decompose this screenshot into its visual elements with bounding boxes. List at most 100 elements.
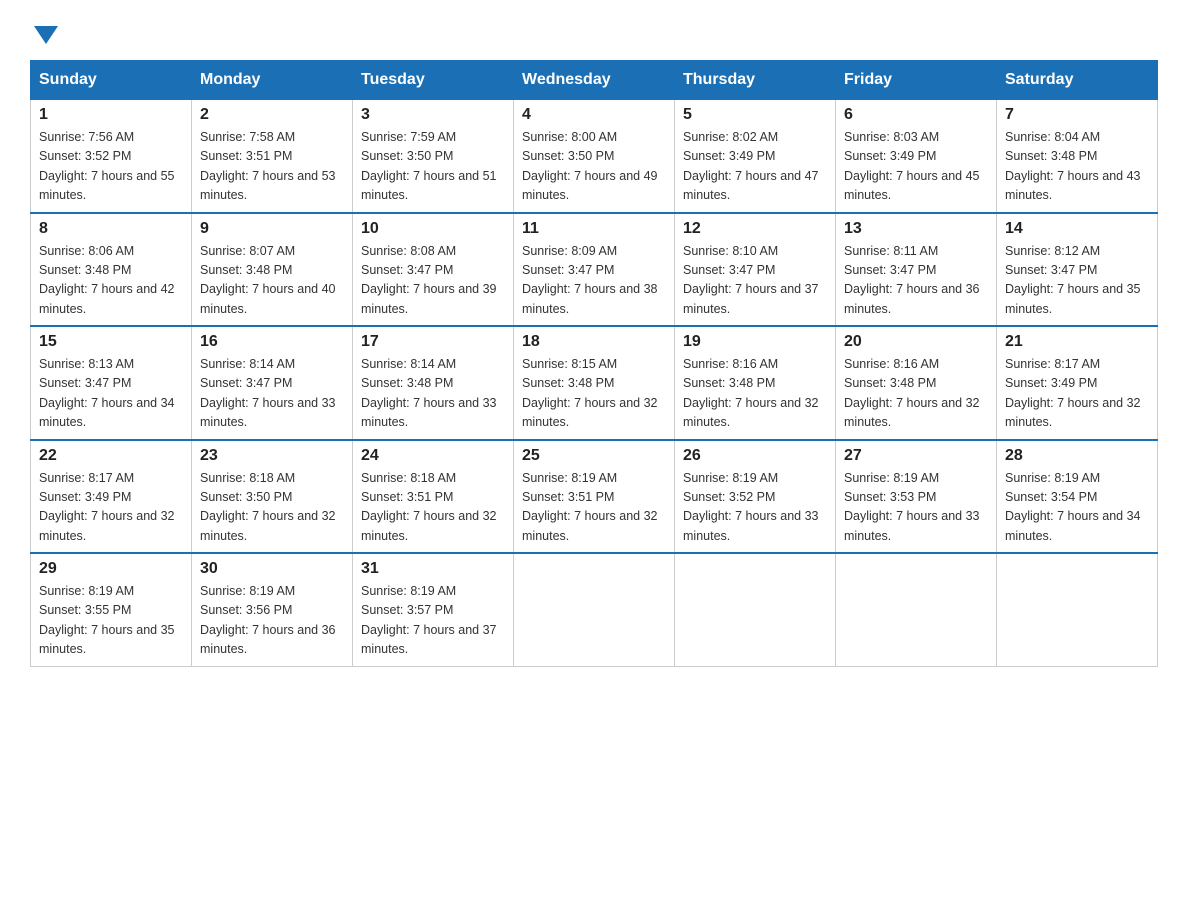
day-info: Sunrise: 8:04 AMSunset: 3:48 PMDaylight:… [1005,128,1149,206]
day-info: Sunrise: 8:00 AMSunset: 3:50 PMDaylight:… [522,128,666,206]
day-number: 31 [361,560,505,578]
day-info: Sunrise: 8:10 AMSunset: 3:47 PMDaylight:… [683,242,827,320]
calendar-cell [675,553,836,666]
day-number: 9 [200,220,344,238]
calendar-cell: 15 Sunrise: 8:13 AMSunset: 3:47 PMDayligh… [31,326,192,440]
calendar-cell: 6 Sunrise: 8:03 AMSunset: 3:49 PMDaylight… [836,100,997,213]
calendar-cell: 12 Sunrise: 8:10 AMSunset: 3:47 PMDayligh… [675,213,836,327]
day-info: Sunrise: 8:11 AMSunset: 3:47 PMDaylight:… [844,242,988,320]
calendar-cell: 25 Sunrise: 8:19 AMSunset: 3:51 PMDayligh… [514,440,675,554]
calendar-cell: 11 Sunrise: 8:09 AMSunset: 3:47 PMDayligh… [514,213,675,327]
day-number: 30 [200,560,344,578]
day-number: 22 [39,447,183,465]
day-number: 26 [683,447,827,465]
day-info: Sunrise: 8:06 AMSunset: 3:48 PMDaylight:… [39,242,183,320]
calendar-cell: 21Sunrise: 8:17 AMSunset: 3:49 PMDayligh… [997,326,1158,440]
column-header-monday: Monday [192,61,353,100]
day-number: 13 [844,220,988,238]
calendar-cell: 8 Sunrise: 8:06 AMSunset: 3:48 PMDaylight… [31,213,192,327]
day-info: Sunrise: 7:59 AMSunset: 3:50 PMDaylight:… [361,128,505,206]
calendar-cell [836,553,997,666]
calendar-cell: 2 Sunrise: 7:58 AMSunset: 3:51 PMDaylight… [192,100,353,213]
day-number: 20 [844,333,988,351]
day-info: Sunrise: 8:12 AMSunset: 3:47 PMDaylight:… [1005,242,1149,320]
calendar-cell: 31 Sunrise: 8:19 AMSunset: 3:57 PMDayligh… [353,553,514,666]
day-info: Sunrise: 8:17 AMSunset: 3:49 PMDaylight:… [39,469,183,547]
calendar-week-row: 15 Sunrise: 8:13 AMSunset: 3:47 PMDayligh… [31,326,1158,440]
calendar-cell: 1Sunrise: 7:56 AMSunset: 3:52 PMDaylight… [31,100,192,213]
page-header [30,20,1158,40]
day-number: 23 [200,447,344,465]
calendar-week-row: 29 Sunrise: 8:19 AMSunset: 3:55 PMDayligh… [31,553,1158,666]
day-number: 12 [683,220,827,238]
day-info: Sunrise: 8:19 AMSunset: 3:55 PMDaylight:… [39,582,183,660]
day-info: Sunrise: 8:03 AMSunset: 3:49 PMDaylight:… [844,128,988,206]
column-header-saturday: Saturday [997,61,1158,100]
calendar-cell: 19 Sunrise: 8:16 AMSunset: 3:48 PMDayligh… [675,326,836,440]
calendar-cell [514,553,675,666]
day-info: Sunrise: 8:19 AMSunset: 3:51 PMDaylight:… [522,469,666,547]
calendar-cell: 23 Sunrise: 8:18 AMSunset: 3:50 PMDayligh… [192,440,353,554]
day-number: 3 [361,106,505,124]
day-info: Sunrise: 8:19 AMSunset: 3:53 PMDaylight:… [844,469,988,547]
calendar-cell: 10Sunrise: 8:08 AMSunset: 3:47 PMDayligh… [353,213,514,327]
day-info: Sunrise: 8:02 AMSunset: 3:49 PMDaylight:… [683,128,827,206]
day-info: Sunrise: 8:13 AMSunset: 3:47 PMDaylight:… [39,355,183,433]
day-number: 8 [39,220,183,238]
day-number: 19 [683,333,827,351]
calendar-table: SundayMondayTuesdayWednesdayThursdayFrid… [30,60,1158,667]
column-header-friday: Friday [836,61,997,100]
logo-arrow-icon [34,26,58,44]
day-number: 11 [522,220,666,238]
calendar-week-row: 1Sunrise: 7:56 AMSunset: 3:52 PMDaylight… [31,100,1158,213]
calendar-cell: 22 Sunrise: 8:17 AMSunset: 3:49 PMDayligh… [31,440,192,554]
calendar-cell: 14Sunrise: 8:12 AMSunset: 3:47 PMDayligh… [997,213,1158,327]
column-header-tuesday: Tuesday [353,61,514,100]
calendar-cell: 20 Sunrise: 8:16 AMSunset: 3:48 PMDayligh… [836,326,997,440]
calendar-header-row: SundayMondayTuesdayWednesdayThursdayFrid… [31,61,1158,100]
day-info: Sunrise: 8:15 AMSunset: 3:48 PMDaylight:… [522,355,666,433]
day-number: 16 [200,333,344,351]
calendar-cell: 16Sunrise: 8:14 AMSunset: 3:47 PMDayligh… [192,326,353,440]
day-number: 29 [39,560,183,578]
day-number: 17 [361,333,505,351]
day-info: Sunrise: 8:16 AMSunset: 3:48 PMDaylight:… [683,355,827,433]
calendar-cell: 29 Sunrise: 8:19 AMSunset: 3:55 PMDayligh… [31,553,192,666]
calendar-cell: 3 Sunrise: 7:59 AMSunset: 3:50 PMDaylight… [353,100,514,213]
day-number: 15 [39,333,183,351]
day-info: Sunrise: 8:08 AMSunset: 3:47 PMDaylight:… [361,242,505,320]
day-info: Sunrise: 7:58 AMSunset: 3:51 PMDaylight:… [200,128,344,206]
calendar-week-row: 8 Sunrise: 8:06 AMSunset: 3:48 PMDaylight… [31,213,1158,327]
day-number: 6 [844,106,988,124]
calendar-cell: 4 Sunrise: 8:00 AMSunset: 3:50 PMDaylight… [514,100,675,213]
calendar-cell: 30 Sunrise: 8:19 AMSunset: 3:56 PMDayligh… [192,553,353,666]
day-info: Sunrise: 8:19 AMSunset: 3:56 PMDaylight:… [200,582,344,660]
day-number: 25 [522,447,666,465]
calendar-cell: 9 Sunrise: 8:07 AMSunset: 3:48 PMDaylight… [192,213,353,327]
day-number: 2 [200,106,344,124]
calendar-cell: 7Sunrise: 8:04 AMSunset: 3:48 PMDaylight… [997,100,1158,213]
calendar-week-row: 22 Sunrise: 8:17 AMSunset: 3:49 PMDayligh… [31,440,1158,554]
day-info: Sunrise: 8:09 AMSunset: 3:47 PMDaylight:… [522,242,666,320]
day-info: Sunrise: 8:17 AMSunset: 3:49 PMDaylight:… [1005,355,1149,433]
calendar-cell: 28Sunrise: 8:19 AMSunset: 3:54 PMDayligh… [997,440,1158,554]
day-info: Sunrise: 8:19 AMSunset: 3:57 PMDaylight:… [361,582,505,660]
day-number: 24 [361,447,505,465]
day-info: Sunrise: 8:16 AMSunset: 3:48 PMDaylight:… [844,355,988,433]
day-info: Sunrise: 8:14 AMSunset: 3:48 PMDaylight:… [361,355,505,433]
day-info: Sunrise: 8:19 AMSunset: 3:52 PMDaylight:… [683,469,827,547]
day-info: Sunrise: 8:07 AMSunset: 3:48 PMDaylight:… [200,242,344,320]
day-info: Sunrise: 8:18 AMSunset: 3:50 PMDaylight:… [200,469,344,547]
day-number: 5 [683,106,827,124]
logo [30,20,58,40]
day-info: Sunrise: 8:19 AMSunset: 3:54 PMDaylight:… [1005,469,1149,547]
day-number: 4 [522,106,666,124]
calendar-cell: 5 Sunrise: 8:02 AMSunset: 3:49 PMDaylight… [675,100,836,213]
day-info: Sunrise: 8:18 AMSunset: 3:51 PMDaylight:… [361,469,505,547]
calendar-cell: 26 Sunrise: 8:19 AMSunset: 3:52 PMDayligh… [675,440,836,554]
day-number: 18 [522,333,666,351]
calendar-cell: 24 Sunrise: 8:18 AMSunset: 3:51 PMDayligh… [353,440,514,554]
day-number: 27 [844,447,988,465]
column-header-sunday: Sunday [31,61,192,100]
column-header-wednesday: Wednesday [514,61,675,100]
